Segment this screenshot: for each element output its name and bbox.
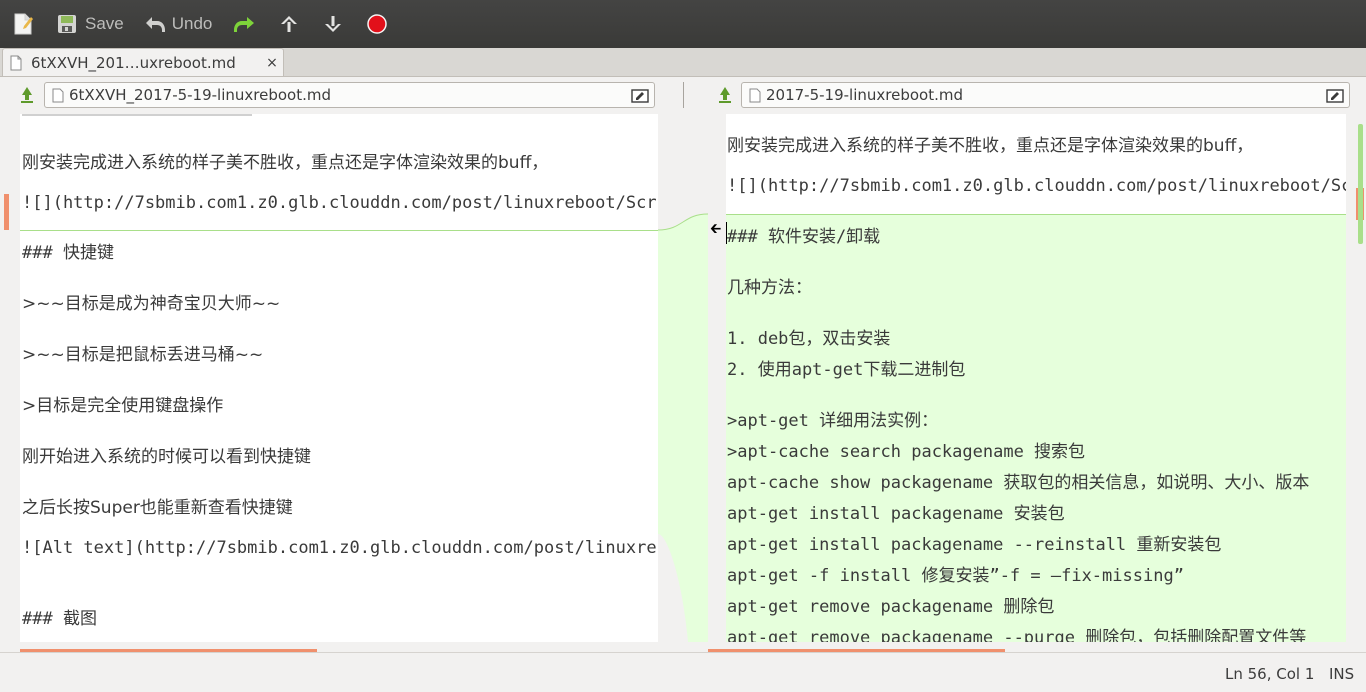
overview-strip[interactable] — [1346, 114, 1366, 642]
right-line-12: apt-get -f install 修复安装”-f = –fix-missin… — [727, 566, 1184, 586]
undo-label: Undo — [171, 14, 213, 33]
cursor-position: Ln 56, Col 1 — [1225, 665, 1315, 683]
left-line-5: >~~目标是把鼠标丢进马桶~~ — [22, 345, 264, 365]
left-gutter — [0, 114, 20, 642]
save-label: Save — [85, 14, 124, 33]
undo-icon — [145, 17, 165, 32]
right-line-9: apt-cache show packagename 获取包的相关信息，如说明、… — [727, 473, 1310, 493]
tab-close-button[interactable]: × — [261, 55, 283, 71]
left-line-4: >~~目标是成为神奇宝贝大师~~ — [22, 294, 281, 314]
overview-scroll-thumb[interactable] — [1358, 124, 1363, 244]
left-line-3: ### 快捷键 — [22, 243, 114, 263]
right-line-11: apt-get install packagename --reinstall … — [727, 535, 1222, 555]
arrow-up-icon — [281, 16, 298, 32]
right-line-2: ![](http://7sbmib.com1.z0.glb.clouddn.co… — [727, 176, 1346, 196]
tab-comparison[interactable]: 6tXXVH_201…uxreboot.md × — [2, 48, 284, 76]
left-line-8: 之后长按Super也能重新查看快捷键 — [22, 498, 293, 518]
right-line-6: 2. 使用apt-get下载二进制包 — [727, 360, 966, 380]
save-button[interactable]: Save — [56, 0, 124, 48]
change-marker — [4, 194, 9, 230]
left-line-10: ### 截图 — [22, 609, 97, 629]
cursor-marker: 🡰 — [710, 221, 722, 237]
left-line-7: 刚开始进入系统的时候可以看到快捷键 — [22, 447, 311, 467]
stop-button[interactable] — [366, 0, 388, 48]
arrow-down-icon — [325, 16, 342, 32]
right-line-8: >apt-cache search packagename 搜索包 — [727, 442, 1086, 462]
right-gutter: 🡰 — [708, 114, 726, 642]
document-icon — [10, 55, 22, 70]
left-file-bar: 6tXXVH_2017-5-19-linuxreboot.md — [0, 77, 683, 114]
left-line-1: 刚安装完成进入系统的样子美不胜收，重点还是字体渲染效果的buff， — [22, 153, 549, 173]
right-file-bar: 2017-5-19-linuxreboot.md — [684, 77, 1366, 114]
next-change-button[interactable] — [322, 0, 344, 48]
right-line-7: >apt-get 详细用法实例： — [727, 411, 939, 431]
document-icon — [749, 88, 761, 103]
left-line-6: >目标是完全使用键盘操作 — [22, 396, 224, 416]
right-line-5: 1. deb包，双击安装 — [727, 329, 891, 349]
insert-mode: INS — [1329, 665, 1355, 683]
record-stop-icon — [367, 14, 388, 34]
file-status-icon — [719, 87, 731, 103]
right-line-10: apt-get install packagename 安装包 — [727, 504, 1065, 524]
previous-change-button[interactable] — [278, 0, 300, 48]
right-line-14: apt-get remove packagename --purge 删除包，包… — [727, 628, 1307, 642]
redo-button[interactable] — [232, 0, 256, 48]
file-status-icon — [21, 87, 33, 103]
right-line-4: 几种方法： — [727, 278, 812, 298]
toolbar: Save Undo — [0, 0, 1366, 48]
right-line-13: apt-get remove packagename 删除包 — [727, 597, 1055, 617]
left-file-chooser[interactable]: 6tXXVH_2017-5-19-linuxreboot.md — [44, 82, 655, 108]
document-icon — [52, 88, 64, 103]
save-as-icon[interactable] — [630, 86, 650, 104]
right-file-name: 2017-5-19-linuxreboot.md — [766, 86, 963, 104]
right-line-1: 刚安装完成进入系统的样子美不胜收，重点还是字体渲染效果的buff， — [727, 136, 1254, 156]
tab-bar: 6tXXVH_201…uxreboot.md × — [0, 48, 1366, 77]
left-line-2: ![](http://7sbmib.com1.z0.glb.clouddn.co… — [22, 193, 657, 213]
right-editor-pane[interactable]: 刚安装完成进入系统的样子美不胜收，重点还是字体渲染效果的buff， ![](ht… — [726, 114, 1346, 642]
status-bar: Ln 56, Col 1 INS — [0, 652, 1366, 692]
left-editor-pane[interactable]: 刚安装完成进入系统的样子美不胜收，重点还是字体渲染效果的buff， ![](ht… — [20, 114, 658, 642]
diff-link-map — [658, 213, 708, 642]
save-as-icon[interactable] — [1325, 86, 1345, 104]
new-document-button[interactable] — [12, 0, 40, 48]
left-line-9: ![Alt text](http://7sbmib.com1.z0.glb.cl… — [22, 538, 657, 558]
diff-top-border — [20, 230, 658, 231]
right-hscrollbar[interactable] — [708, 642, 1346, 652]
right-file-chooser[interactable]: 2017-5-19-linuxreboot.md — [741, 82, 1350, 108]
undo-button[interactable]: Undo — [144, 0, 213, 48]
redo-icon — [234, 17, 255, 32]
right-line-3: ### 软件安装/卸载 — [727, 227, 881, 247]
save-icon — [58, 15, 76, 33]
partial-line — [22, 114, 262, 118]
tab-label: 6tXXVH_201…uxreboot.md — [31, 53, 236, 72]
left-file-name: 6tXXVH_2017-5-19-linuxreboot.md — [69, 86, 332, 104]
new-document-icon — [14, 13, 33, 35]
left-hscrollbar[interactable] — [20, 642, 658, 652]
